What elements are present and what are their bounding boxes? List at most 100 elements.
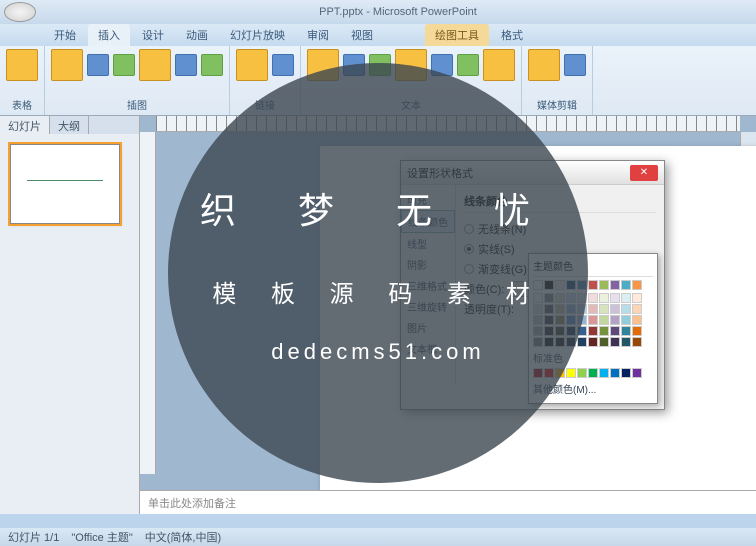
color-swatch[interactable] bbox=[544, 293, 554, 303]
ribbon-cmd-对象[interactable] bbox=[483, 49, 515, 81]
color-swatch[interactable] bbox=[632, 304, 642, 314]
ribbon-cmd-艺术字[interactable] bbox=[369, 54, 391, 76]
color-swatch[interactable] bbox=[599, 326, 609, 336]
color-swatch[interactable] bbox=[533, 368, 543, 378]
color-swatch[interactable] bbox=[599, 337, 609, 347]
more-colors-button[interactable]: 其他颜色(M)... bbox=[533, 378, 653, 399]
ribbon-cmd-图表[interactable] bbox=[201, 54, 223, 76]
color-swatch[interactable] bbox=[588, 280, 598, 290]
color-swatch[interactable] bbox=[588, 315, 598, 325]
ribbon-cmd-超链接[interactable] bbox=[236, 49, 268, 81]
color-swatch[interactable] bbox=[577, 293, 587, 303]
color-swatch[interactable] bbox=[566, 293, 576, 303]
color-swatch[interactable] bbox=[599, 315, 609, 325]
color-swatch[interactable] bbox=[621, 304, 631, 314]
color-swatch[interactable] bbox=[566, 326, 576, 336]
ribbon-cmd-幻灯片编号[interactable] bbox=[431, 54, 453, 76]
notes-pane[interactable]: 单击此处添加备注 bbox=[140, 490, 756, 514]
color-swatch[interactable] bbox=[621, 337, 631, 347]
color-swatch[interactable] bbox=[566, 315, 576, 325]
close-icon[interactable]: ✕ bbox=[630, 165, 658, 181]
color-swatch[interactable] bbox=[555, 293, 565, 303]
ribbon-cmd-形状[interactable] bbox=[139, 49, 171, 81]
ribbon-cmd-声音[interactable] bbox=[564, 54, 586, 76]
color-swatch[interactable] bbox=[533, 326, 543, 336]
color-swatch[interactable] bbox=[632, 337, 642, 347]
color-swatch[interactable] bbox=[621, 293, 631, 303]
color-swatch[interactable] bbox=[533, 304, 543, 314]
dialog-category-三维格式[interactable]: 三维格式 bbox=[401, 275, 455, 296]
color-swatch[interactable] bbox=[544, 280, 554, 290]
color-swatch[interactable] bbox=[632, 280, 642, 290]
tab-审阅[interactable]: 审阅 bbox=[297, 24, 339, 46]
dialog-category-三维旋转[interactable]: 三维旋转 bbox=[401, 296, 455, 317]
ribbon-cmd-相册[interactable] bbox=[113, 54, 135, 76]
color-swatch[interactable] bbox=[555, 337, 565, 347]
color-swatch[interactable] bbox=[610, 337, 620, 347]
color-swatch[interactable] bbox=[588, 337, 598, 347]
color-swatch[interactable] bbox=[621, 280, 631, 290]
ribbon-cmd-图片[interactable] bbox=[51, 49, 83, 81]
color-swatch[interactable] bbox=[588, 368, 598, 378]
color-swatch[interactable] bbox=[632, 293, 642, 303]
color-swatch[interactable] bbox=[533, 315, 543, 325]
color-swatch[interactable] bbox=[599, 280, 609, 290]
color-swatch[interactable] bbox=[621, 315, 631, 325]
tab-设计[interactable]: 设计 bbox=[132, 24, 174, 46]
color-swatch[interactable] bbox=[544, 368, 554, 378]
color-swatch[interactable] bbox=[566, 337, 576, 347]
color-swatch[interactable] bbox=[544, 315, 554, 325]
ribbon-cmd-剪贴画[interactable] bbox=[87, 54, 109, 76]
color-swatch[interactable] bbox=[610, 368, 620, 378]
color-swatch[interactable] bbox=[555, 315, 565, 325]
color-swatch[interactable] bbox=[533, 337, 543, 347]
color-swatch[interactable] bbox=[544, 326, 554, 336]
ribbon-cmd-影片[interactable] bbox=[528, 49, 560, 81]
color-swatch[interactable] bbox=[632, 315, 642, 325]
side-tab-幻灯片[interactable]: 幻灯片 bbox=[0, 116, 50, 134]
color-swatch[interactable] bbox=[555, 326, 565, 336]
color-swatch[interactable] bbox=[533, 280, 543, 290]
ribbon-cmd-文本框[interactable] bbox=[307, 49, 339, 81]
tab-插入[interactable]: 插入 bbox=[88, 24, 130, 46]
color-swatch[interactable] bbox=[577, 368, 587, 378]
color-swatch[interactable] bbox=[577, 280, 587, 290]
ribbon-cmd-表格[interactable] bbox=[6, 49, 38, 81]
tab-视图[interactable]: 视图 bbox=[341, 24, 383, 46]
tab-格式[interactable]: 格式 bbox=[491, 24, 533, 46]
dialog-category-文本框[interactable]: 文本框 bbox=[401, 338, 455, 359]
ribbon-cmd-SmartArt[interactable] bbox=[175, 54, 197, 76]
color-swatch[interactable] bbox=[621, 326, 631, 336]
color-swatch[interactable] bbox=[632, 326, 642, 336]
color-swatch[interactable] bbox=[610, 315, 620, 325]
side-tab-大纲[interactable]: 大纲 bbox=[50, 116, 89, 134]
color-swatch[interactable] bbox=[599, 293, 609, 303]
color-swatch[interactable] bbox=[544, 304, 554, 314]
color-swatch[interactable] bbox=[610, 293, 620, 303]
color-swatch[interactable] bbox=[610, 304, 620, 314]
color-swatch[interactable] bbox=[555, 280, 565, 290]
color-swatch[interactable] bbox=[566, 280, 576, 290]
color-swatch[interactable] bbox=[577, 315, 587, 325]
color-swatch[interactable] bbox=[588, 293, 598, 303]
ribbon-cmd-动作[interactable] bbox=[272, 54, 294, 76]
color-swatch[interactable] bbox=[577, 337, 587, 347]
dialog-category-阴影[interactable]: 阴影 bbox=[401, 254, 455, 275]
color-swatch[interactable] bbox=[588, 326, 598, 336]
color-swatch[interactable] bbox=[566, 368, 576, 378]
color-swatch[interactable] bbox=[588, 304, 598, 314]
color-swatch[interactable] bbox=[533, 293, 543, 303]
dialog-category-图片[interactable]: 图片 bbox=[401, 317, 455, 338]
radio-option[interactable]: 无线条(N) bbox=[464, 219, 656, 239]
color-swatch[interactable] bbox=[555, 304, 565, 314]
color-swatch[interactable] bbox=[544, 337, 554, 347]
dialog-category-线条颜色[interactable]: 线条颜色 bbox=[401, 210, 455, 233]
office-button[interactable] bbox=[4, 2, 36, 22]
color-swatch[interactable] bbox=[610, 280, 620, 290]
color-swatch[interactable] bbox=[599, 368, 609, 378]
color-swatch[interactable] bbox=[610, 326, 620, 336]
color-swatch[interactable] bbox=[621, 368, 631, 378]
color-swatch[interactable] bbox=[599, 304, 609, 314]
tab-幻灯片放映[interactable]: 幻灯片放映 bbox=[220, 24, 295, 46]
ribbon-cmd-符号[interactable] bbox=[457, 54, 479, 76]
